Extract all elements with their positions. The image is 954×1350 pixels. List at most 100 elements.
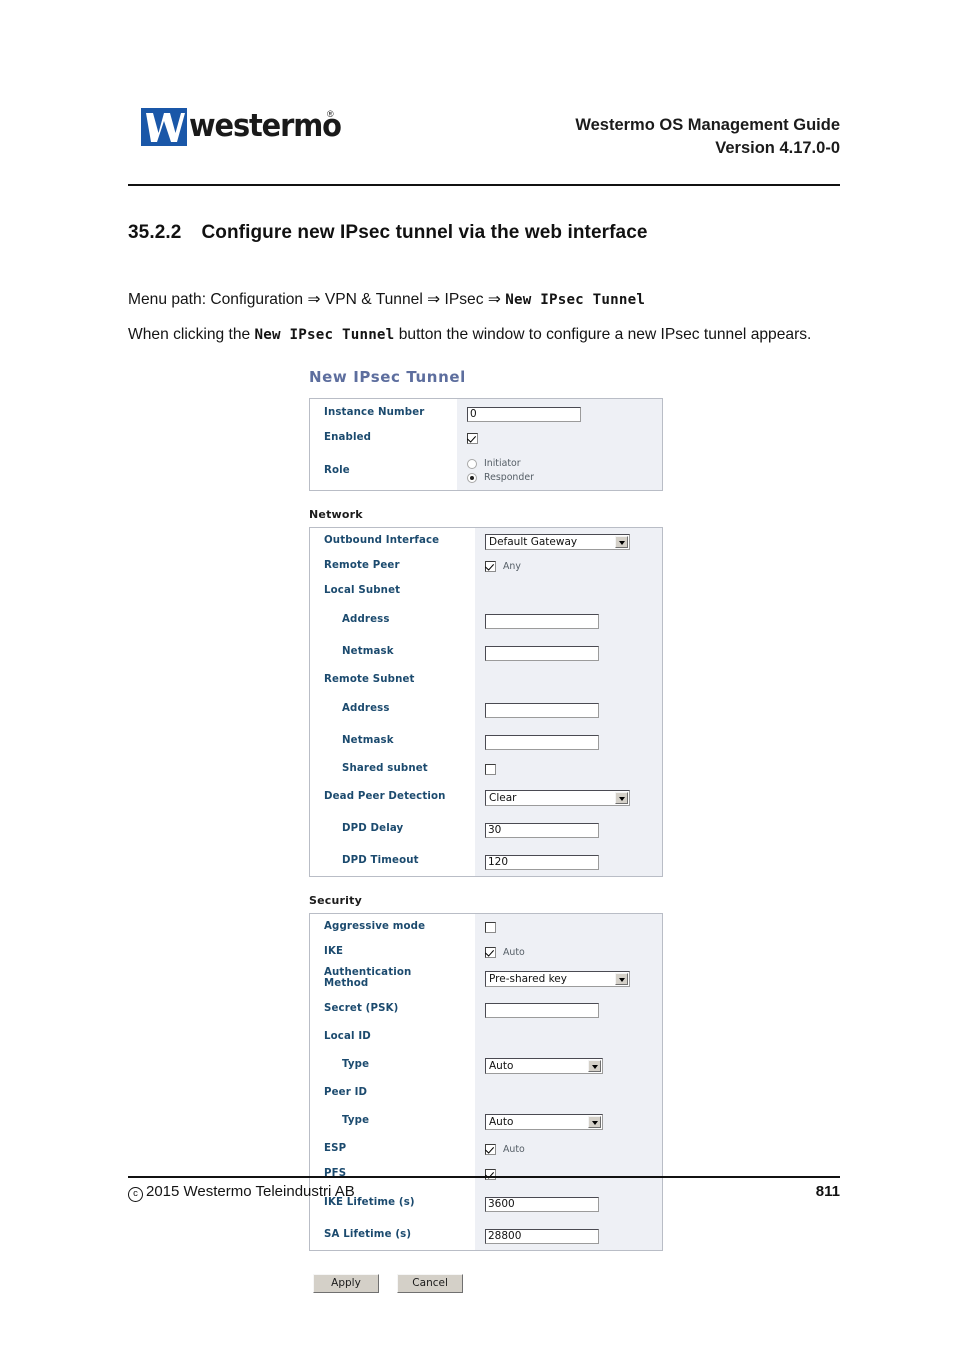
responder-radio[interactable] [467,472,477,483]
local-address-input[interactable] [485,614,599,629]
role-label: Role [310,450,457,490]
remote-netmask-label: Netmask [310,724,475,756]
web-ui-title: New IPsec Tunnel [309,368,466,386]
initiator-radio[interactable] [467,458,477,469]
authentication-method-select[interactable]: Pre-shared key [485,971,630,987]
table-row: Aggressive mode [310,914,662,939]
dpd-delay-input[interactable] [485,823,599,838]
shared-subnet-checkbox[interactable] [485,764,496,775]
chevron-down-icon[interactable] [588,1115,601,1128]
sa-lifetime-input[interactable] [485,1229,599,1244]
local-netmask-field-cell [475,635,662,667]
outbound-interface-field-cell: Default Gateway [475,528,662,553]
dpd-timeout-input[interactable] [485,855,599,870]
copyright-icon: c [128,1187,143,1202]
table-row: Shared subnet [310,756,662,781]
role-option-initiator[interactable]: Initiator [467,456,662,470]
role-option-responder[interactable]: Responder [467,470,662,484]
document-title: Westermo OS Management Guide [575,116,840,134]
apply-button[interactable]: Apply [313,1274,379,1293]
table-row: DPD Delay [310,812,662,844]
authentication-method-field-cell: Pre-shared key [475,964,662,992]
remote-subnet-label: Remote Subnet [310,667,475,692]
ike-auto-checkbox[interactable] [485,947,496,958]
logo-wordmark: westermo [189,108,342,144]
local-id-label: Local ID [310,1024,475,1049]
peer-id-type-select[interactable]: Auto [485,1113,603,1130]
esp-label: ESP [310,1136,475,1161]
table-row: Outbound Interface Default Gateway [310,528,662,553]
outbound-interface-select[interactable]: Default Gateway [485,533,630,550]
chevron-down-icon[interactable] [615,791,628,804]
ike-auto-label: Auto [503,947,525,958]
sa-lifetime-label: SA Lifetime (s) [310,1218,475,1250]
table-row: Remote Peer Any [310,553,662,578]
table-row: Netmask [310,635,662,667]
role-field-cell: Initiator Responder [457,450,662,490]
enabled-label: Enabled [310,425,457,450]
chevron-down-icon[interactable] [615,535,628,548]
page-title: 35.2.2 Configure new IPsec tunnel via the… [128,222,648,244]
menu-path-prefix: Menu path: Configuration ⇒ VPN & Tunnel … [128,290,506,308]
responder-label: Responder [484,472,534,483]
enabled-checkbox[interactable] [467,433,478,444]
intro-button-name: New IPsec Tunnel [254,326,395,343]
logo-registered-mark: ® [327,109,334,119]
intro-suffix: button the window to configure a new IPs… [394,325,812,343]
section-number: 35.2.2 [128,222,182,243]
copyright-notice: c 2015 Westermo Teleindustri AB [128,1183,355,1202]
header-divider [128,184,840,186]
secret-psk-input[interactable] [485,1003,599,1018]
authentication-method-label-line2: Method [324,978,369,989]
table-row: Address [310,603,662,635]
remote-peer-any-checkbox[interactable] [485,561,496,572]
sa-lifetime-field-cell [475,1218,662,1250]
document-title-block: Westermo OS Management Guide Version 4.1… [575,114,840,160]
general-settings-panel: Instance Number Enabled Role Initiat [309,398,663,491]
local-id-spacer [475,1024,662,1049]
embedded-web-ui-screenshot: New IPsec Tunnel Instance Number Enabled [305,368,670,1293]
network-settings-panel: Outbound Interface Default Gateway Remot… [309,527,663,877]
page-footer: c 2015 Westermo Teleindustri AB 811 [128,1183,840,1207]
esp-auto-label: Auto [503,1144,525,1155]
copyright-text: 2015 Westermo Teleindustri AB [146,1183,355,1200]
table-row: SA Lifetime (s) [310,1218,662,1250]
aggressive-mode-label: Aggressive mode [310,914,475,939]
westermo-logo: westermo ® [141,106,342,148]
footer-divider [128,1176,840,1178]
shared-subnet-label: Shared subnet [310,756,475,781]
peer-id-label: Peer ID [310,1080,475,1105]
pfs-checkbox[interactable] [485,1169,496,1180]
document-version: Version 4.17.0-0 [715,139,840,157]
table-row: Netmask [310,724,662,756]
table-row: Type Auto [310,1049,662,1080]
table-row: Enabled [310,425,662,450]
chevron-down-icon[interactable] [588,1059,601,1072]
table-row: Peer ID [310,1080,662,1105]
dead-peer-detection-label: Dead Peer Detection [310,781,475,812]
instance-number-input[interactable] [467,407,581,422]
table-row: DPD Timeout [310,844,662,876]
chevron-down-icon[interactable] [615,973,628,985]
aggressive-mode-checkbox[interactable] [485,922,496,933]
westermo-w-mark-icon [141,108,187,146]
local-subnet-label: Local Subnet [310,578,475,603]
esp-auto-checkbox[interactable] [485,1144,496,1155]
table-row: Type Auto [310,1105,662,1136]
local-id-type-select[interactable]: Auto [485,1057,603,1074]
local-id-type-label: Type [310,1049,475,1080]
remote-netmask-input[interactable] [485,735,599,750]
cancel-button[interactable]: Cancel [397,1274,464,1293]
local-netmask-label: Netmask [310,635,475,667]
security-group-title: Security [309,894,362,907]
form-button-bar: Apply Cancel [313,1271,670,1293]
dead-peer-detection-select[interactable]: Clear [485,789,630,806]
dpd-delay-label: DPD Delay [310,812,475,844]
aggressive-mode-field-cell [475,914,662,939]
initiator-label: Initiator [484,458,521,469]
local-netmask-input[interactable] [485,646,599,661]
enabled-field-cell [457,425,662,450]
remote-address-input[interactable] [485,703,599,718]
outbound-interface-label: Outbound Interface [310,528,475,553]
outbound-interface-value: Default Gateway [489,535,578,548]
